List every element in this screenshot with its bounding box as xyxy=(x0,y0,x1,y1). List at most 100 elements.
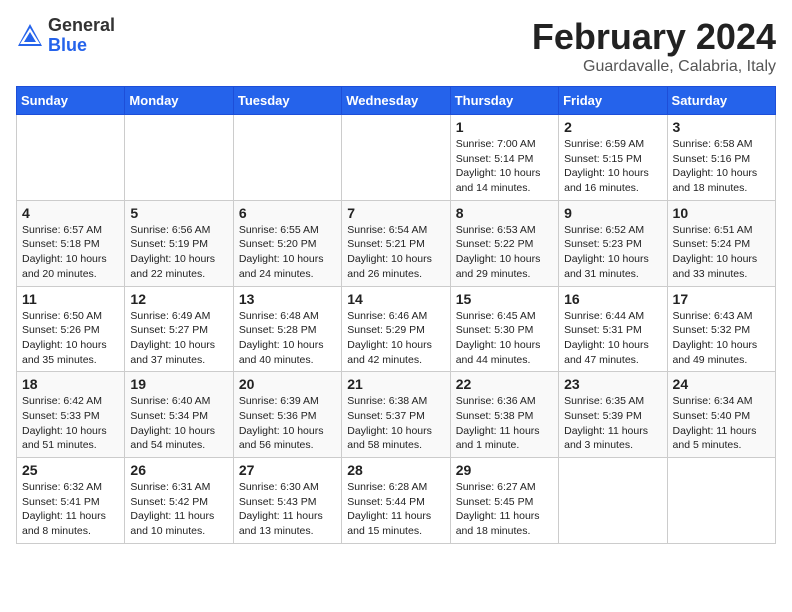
day-number: 4 xyxy=(22,205,119,221)
day-detail: Sunrise: 6:50 AMSunset: 5:26 PMDaylight:… xyxy=(22,309,119,368)
day-number: 15 xyxy=(456,291,553,307)
calendar-cell xyxy=(342,115,450,201)
day-detail: Sunrise: 6:42 AMSunset: 5:33 PMDaylight:… xyxy=(22,394,119,453)
header-sunday: Sunday xyxy=(17,87,125,115)
day-number: 21 xyxy=(347,376,444,392)
day-detail: Sunrise: 6:59 AMSunset: 5:15 PMDaylight:… xyxy=(564,137,661,196)
day-detail: Sunrise: 6:30 AMSunset: 5:43 PMDaylight:… xyxy=(239,480,336,539)
day-detail: Sunrise: 6:57 AMSunset: 5:18 PMDaylight:… xyxy=(22,223,119,282)
calendar-cell: 19Sunrise: 6:40 AMSunset: 5:34 PMDayligh… xyxy=(125,372,233,458)
day-detail: Sunrise: 6:45 AMSunset: 5:30 PMDaylight:… xyxy=(456,309,553,368)
day-number: 22 xyxy=(456,376,553,392)
day-detail: Sunrise: 6:52 AMSunset: 5:23 PMDaylight:… xyxy=(564,223,661,282)
calendar-cell: 5 Sunrise: 6:56 AMSunset: 5:19 PMDaylight… xyxy=(125,200,233,286)
calendar-cell: 25Sunrise: 6:32 AMSunset: 5:41 PMDayligh… xyxy=(17,458,125,544)
day-detail: Sunrise: 6:53 AMSunset: 5:22 PMDaylight:… xyxy=(456,223,553,282)
calendar-cell: 15 Sunrise: 6:45 AMSunset: 5:30 PMDayligh… xyxy=(450,286,558,372)
calendar-header-row: SundayMondayTuesdayWednesdayThursdayFrid… xyxy=(17,87,776,115)
location-title: Guardavalle, Calabria, Italy xyxy=(532,58,776,76)
day-number: 23 xyxy=(564,376,661,392)
day-detail: Sunrise: 7:00 AMSunset: 5:14 PMDaylight:… xyxy=(456,137,553,196)
day-detail: Sunrise: 6:56 AMSunset: 5:19 PMDaylight:… xyxy=(130,223,227,282)
day-detail: Sunrise: 6:44 AMSunset: 5:31 PMDaylight:… xyxy=(564,309,661,368)
day-detail: Sunrise: 6:28 AMSunset: 5:44 PMDaylight:… xyxy=(347,480,444,539)
day-detail: Sunrise: 6:27 AMSunset: 5:45 PMDaylight:… xyxy=(456,480,553,539)
calendar-cell: 3 Sunrise: 6:58 AMSunset: 5:16 PMDaylight… xyxy=(667,115,775,201)
day-number: 6 xyxy=(239,205,336,221)
day-number: 17 xyxy=(673,291,770,307)
header-monday: Monday xyxy=(125,87,233,115)
calendar-cell: 6 Sunrise: 6:55 AMSunset: 5:20 PMDaylight… xyxy=(233,200,341,286)
calendar-cell xyxy=(125,115,233,201)
day-number: 5 xyxy=(130,205,227,221)
title-area: February 2024 Guardavalle, Calabria, Ita… xyxy=(532,16,776,76)
day-detail: Sunrise: 6:39 AMSunset: 5:36 PMDaylight:… xyxy=(239,394,336,453)
calendar-cell: 18 Sunrise: 6:42 AMSunset: 5:33 PMDayligh… xyxy=(17,372,125,458)
calendar-week-5: 25Sunrise: 6:32 AMSunset: 5:41 PMDayligh… xyxy=(17,458,776,544)
day-detail: Sunrise: 6:38 AMSunset: 5:37 PMDaylight:… xyxy=(347,394,444,453)
day-detail: Sunrise: 6:36 AMSunset: 5:38 PMDaylight:… xyxy=(456,394,553,453)
header-saturday: Saturday xyxy=(667,87,775,115)
calendar-cell xyxy=(17,115,125,201)
calendar-week-4: 18 Sunrise: 6:42 AMSunset: 5:33 PMDayligh… xyxy=(17,372,776,458)
calendar-week-1: 1Sunrise: 7:00 AMSunset: 5:14 PMDaylight… xyxy=(17,115,776,201)
calendar-cell: 14Sunrise: 6:46 AMSunset: 5:29 PMDayligh… xyxy=(342,286,450,372)
calendar-cell: 22 Sunrise: 6:36 AMSunset: 5:38 PMDayligh… xyxy=(450,372,558,458)
header-wednesday: Wednesday xyxy=(342,87,450,115)
calendar-cell xyxy=(233,115,341,201)
day-detail: Sunrise: 6:48 AMSunset: 5:28 PMDaylight:… xyxy=(239,309,336,368)
day-number: 8 xyxy=(456,205,553,221)
calendar-cell: 26Sunrise: 6:31 AMSunset: 5:42 PMDayligh… xyxy=(125,458,233,544)
day-detail: Sunrise: 6:34 AMSunset: 5:40 PMDaylight:… xyxy=(673,394,770,453)
day-detail: Sunrise: 6:49 AMSunset: 5:27 PMDaylight:… xyxy=(130,309,227,368)
calendar-cell: 9 Sunrise: 6:52 AMSunset: 5:23 PMDaylight… xyxy=(559,200,667,286)
day-detail: Sunrise: 6:54 AMSunset: 5:21 PMDaylight:… xyxy=(347,223,444,282)
header-tuesday: Tuesday xyxy=(233,87,341,115)
calendar-cell: 11 Sunrise: 6:50 AMSunset: 5:26 PMDayligh… xyxy=(17,286,125,372)
day-number: 24 xyxy=(673,376,770,392)
calendar-cell: 10Sunrise: 6:51 AMSunset: 5:24 PMDayligh… xyxy=(667,200,775,286)
day-number: 3 xyxy=(673,119,770,135)
calendar-cell: 21 Sunrise: 6:38 AMSunset: 5:37 PMDayligh… xyxy=(342,372,450,458)
calendar-cell xyxy=(559,458,667,544)
day-number: 7 xyxy=(347,205,444,221)
day-detail: Sunrise: 6:55 AMSunset: 5:20 PMDaylight:… xyxy=(239,223,336,282)
calendar-cell xyxy=(667,458,775,544)
calendar-cell: 12 Sunrise: 6:49 AMSunset: 5:27 PMDayligh… xyxy=(125,286,233,372)
month-title: February 2024 xyxy=(532,16,776,58)
header: General Blue February 2024 Guardavalle, … xyxy=(16,16,776,76)
calendar-cell: 2 Sunrise: 6:59 AMSunset: 5:15 PMDaylight… xyxy=(559,115,667,201)
day-detail: Sunrise: 6:32 AMSunset: 5:41 PMDaylight:… xyxy=(22,480,119,539)
day-detail: Sunrise: 6:35 AMSunset: 5:39 PMDaylight:… xyxy=(564,394,661,453)
day-detail: Sunrise: 6:31 AMSunset: 5:42 PMDaylight:… xyxy=(130,480,227,539)
day-number: 11 xyxy=(22,291,119,307)
header-thursday: Thursday xyxy=(450,87,558,115)
logo: General Blue xyxy=(16,16,115,56)
calendar-cell: 20 Sunrise: 6:39 AMSunset: 5:36 PMDayligh… xyxy=(233,372,341,458)
day-number: 20 xyxy=(239,376,336,392)
day-detail: Sunrise: 6:46 AMSunset: 5:29 PMDaylight:… xyxy=(347,309,444,368)
calendar-cell: 28 Sunrise: 6:28 AMSunset: 5:44 PMDayligh… xyxy=(342,458,450,544)
day-number: 9 xyxy=(564,205,661,221)
calendar-cell: 8 Sunrise: 6:53 AMSunset: 5:22 PMDaylight… xyxy=(450,200,558,286)
calendar-cell: 29 Sunrise: 6:27 AMSunset: 5:45 PMDayligh… xyxy=(450,458,558,544)
calendar-cell: 4 Sunrise: 6:57 AMSunset: 5:18 PMDaylight… xyxy=(17,200,125,286)
calendar-cell: 17Sunrise: 6:43 AMSunset: 5:32 PMDayligh… xyxy=(667,286,775,372)
logo-blue-text: Blue xyxy=(48,35,87,55)
calendar-cell: 13 Sunrise: 6:48 AMSunset: 5:28 PMDayligh… xyxy=(233,286,341,372)
day-number: 28 xyxy=(347,462,444,478)
day-number: 12 xyxy=(130,291,227,307)
calendar-cell: 7 Sunrise: 6:54 AMSunset: 5:21 PMDaylight… xyxy=(342,200,450,286)
day-number: 19 xyxy=(130,376,227,392)
day-number: 13 xyxy=(239,291,336,307)
calendar-table: SundayMondayTuesdayWednesdayThursdayFrid… xyxy=(16,86,776,544)
calendar-cell: 16Sunrise: 6:44 AMSunset: 5:31 PMDayligh… xyxy=(559,286,667,372)
day-detail: Sunrise: 6:51 AMSunset: 5:24 PMDaylight:… xyxy=(673,223,770,282)
day-number: 2 xyxy=(564,119,661,135)
calendar-cell: 1Sunrise: 7:00 AMSunset: 5:14 PMDaylight… xyxy=(450,115,558,201)
day-number: 18 xyxy=(22,376,119,392)
header-friday: Friday xyxy=(559,87,667,115)
day-number: 29 xyxy=(456,462,553,478)
day-detail: Sunrise: 6:58 AMSunset: 5:16 PMDaylight:… xyxy=(673,137,770,196)
logo-general-text: General xyxy=(48,15,115,35)
